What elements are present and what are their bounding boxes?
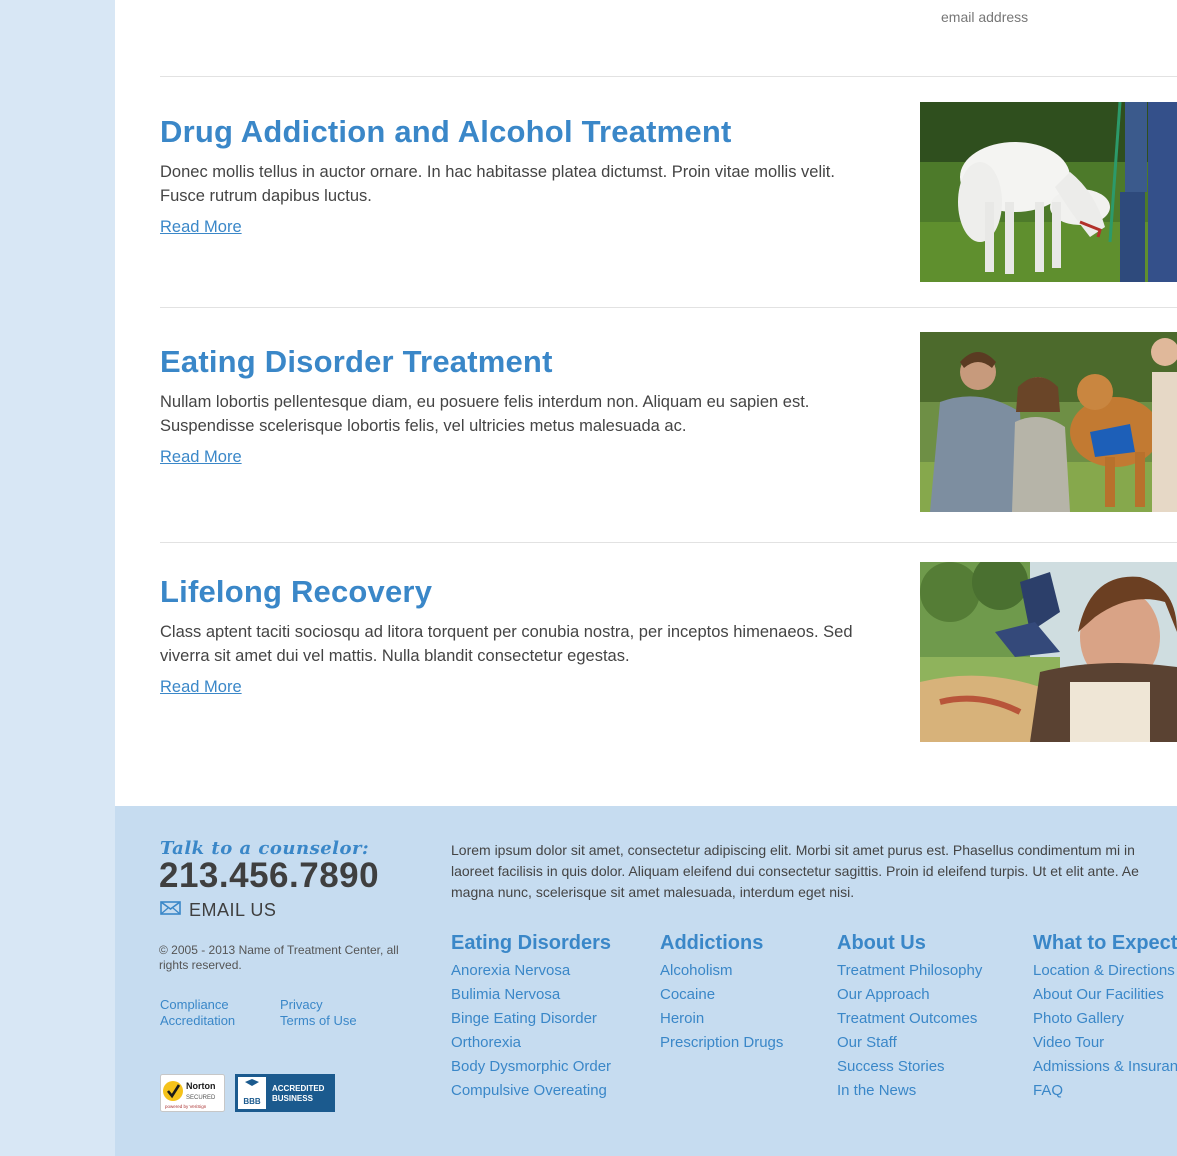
footer-link[interactable]: Heroin: [660, 1007, 783, 1031]
article-body: Class aptent taciti sociosqu ad litora t…: [160, 623, 853, 665]
footer-blurb-line: magna nunc, scelerisque sit amet malesua…: [451, 884, 855, 900]
norton-secured-badge[interactable]: Norton SECURED powered by VeriSign: [160, 1074, 225, 1117]
footer-column-heading[interactable]: Eating Disorders: [451, 932, 611, 955]
read-more-link[interactable]: Read More: [160, 678, 242, 697]
email-us-label: EMAIL US: [189, 900, 277, 920]
footer-link[interactable]: Our Approach: [837, 983, 982, 1007]
footer-link[interactable]: Location & Directions: [1033, 959, 1177, 983]
footer-column-heading[interactable]: What to Expect: [1033, 932, 1177, 955]
footer-link[interactable]: Photo Gallery: [1033, 1007, 1177, 1031]
footer-link[interactable]: Compulsive Overeating: [451, 1079, 611, 1103]
footer-link[interactable]: Body Dysmorphic Order: [451, 1055, 611, 1079]
norton-secured-text: SECURED: [186, 1095, 216, 1101]
footer-column-addictions: Addictions Alcoholism Cocaine Heroin Pre…: [660, 932, 783, 1055]
footer-column-eating-disorders: Eating Disorders Anorexia Nervosa Bulimi…: [451, 932, 611, 1103]
footer-link[interactable]: In the News: [837, 1079, 982, 1103]
footer-link[interactable]: Bulimia Nervosa: [451, 983, 611, 1007]
bbb-business-text: BUSINESS: [272, 1094, 314, 1103]
read-more-link[interactable]: Read More: [160, 448, 242, 467]
article-body: Nullam lobortis pellentesque diam, eu po…: [160, 393, 810, 435]
article-eating-disorder: Eating Disorder Treatment Nullam loborti…: [160, 332, 1177, 512]
footer-link[interactable]: Our Staff: [837, 1031, 982, 1055]
footer-link[interactable]: Orthorexia: [451, 1031, 611, 1055]
article-lifelong-recovery: Lifelong Recovery Class aptent taciti so…: [160, 562, 1177, 742]
main-content: email address Drug Addiction and Alcohol…: [115, 0, 1177, 806]
article-drug-addiction: Drug Addiction and Alcohol Treatment Don…: [160, 102, 1177, 282]
article-title[interactable]: Eating Disorder Treatment: [160, 344, 553, 380]
read-more-link[interactable]: Read More: [160, 218, 242, 237]
footer-link[interactable]: Success Stories: [837, 1055, 982, 1079]
article-title[interactable]: Lifelong Recovery: [160, 574, 432, 610]
envelope-icon: [160, 901, 181, 920]
footer-link[interactable]: Alcoholism: [660, 959, 783, 983]
footer-link[interactable]: FAQ: [1033, 1079, 1177, 1103]
section-divider: [160, 76, 1177, 77]
footer-link[interactable]: Binge Eating Disorder: [451, 1007, 611, 1031]
footer-column-what-to-expect: What to Expect Location & Directions Abo…: [1033, 932, 1177, 1103]
copyright-text: © 2005 - 2013 Name of Treatment Center, …: [159, 943, 399, 972]
footer-blurb-line: laoreet facilisis in quis dolor. Aliquam…: [451, 863, 1139, 879]
norton-name-text: Norton: [186, 1081, 216, 1091]
left-background-strip: [0, 0, 115, 1156]
phone-number[interactable]: 213.456.7890: [159, 856, 379, 896]
footer-link[interactable]: Anorexia Nervosa: [451, 959, 611, 983]
footer-column-about-us: About Us Treatment Philosophy Our Approa…: [837, 932, 982, 1103]
footer-column-heading[interactable]: Addictions: [660, 932, 783, 955]
section-divider: [160, 542, 1177, 543]
bbb-accredited-text: ACCREDITED: [272, 1084, 325, 1093]
footer-link[interactable]: Admissions & Insurance: [1033, 1055, 1177, 1079]
women-with-dog-photo[interactable]: [920, 332, 1177, 512]
email-us-link[interactable]: EMAIL US: [160, 900, 276, 921]
site-footer: Talk to a counselor: 213.456.7890 EMAIL …: [115, 806, 1177, 1156]
bbb-accredited-badge[interactable]: BBB ACCREDITED BUSINESS: [235, 1074, 335, 1117]
white-horse-photo[interactable]: [920, 102, 1177, 282]
footer-link[interactable]: About Our Facilities: [1033, 983, 1177, 1007]
article-title[interactable]: Drug Addiction and Alcohol Treatment: [160, 114, 732, 150]
compliance-link[interactable]: Compliance: [160, 997, 229, 1012]
privacy-link[interactable]: Privacy: [280, 997, 323, 1012]
terms-of-use-link[interactable]: Terms of Use: [280, 1013, 357, 1028]
footer-blurb-line: Lorem ipsum dolor sit amet, consectetur …: [451, 842, 1135, 858]
footer-link[interactable]: Treatment Philosophy: [837, 959, 982, 983]
footer-column-heading[interactable]: About Us: [837, 932, 982, 955]
footer-link[interactable]: Treatment Outcomes: [837, 1007, 982, 1031]
footer-link[interactable]: Prescription Drugs: [660, 1031, 783, 1055]
norton-verisign-text: powered by VeriSign: [165, 1104, 207, 1109]
footer-link[interactable]: Video Tour: [1033, 1031, 1177, 1055]
email-signup-placeholder[interactable]: email address: [941, 9, 1028, 25]
woman-on-blanket-photo[interactable]: [920, 562, 1177, 742]
bbb-logo-text: BBB: [243, 1097, 261, 1106]
footer-blurb: Lorem ipsum dolor sit amet, consectetur …: [451, 840, 1177, 903]
article-body: Donec mollis tellus in auctor ornare. In…: [160, 163, 835, 205]
footer-link[interactable]: Cocaine: [660, 983, 783, 1007]
accreditation-link[interactable]: Accreditation: [160, 1013, 235, 1028]
section-divider: [160, 307, 1177, 308]
